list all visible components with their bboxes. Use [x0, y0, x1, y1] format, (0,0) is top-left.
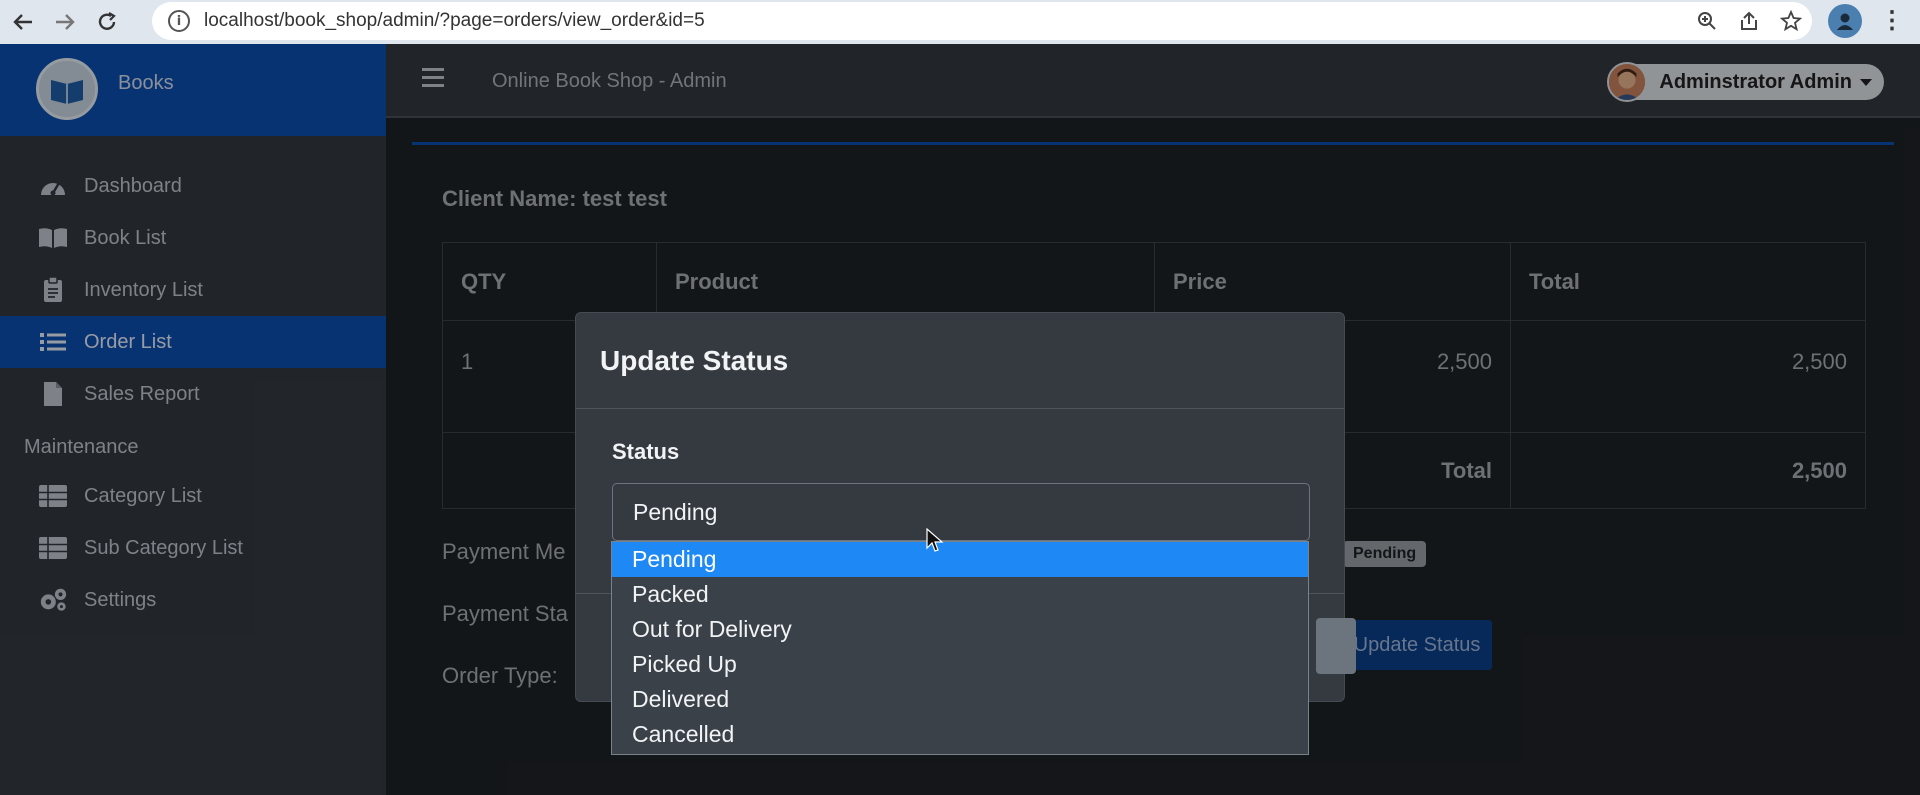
modal-header: Update Status [576, 313, 1344, 409]
info-icon[interactable]: i [168, 10, 190, 32]
status-option-pending[interactable]: Pending [612, 542, 1308, 577]
browser-profile-icon[interactable] [1828, 4, 1862, 38]
status-select-value: Pending [633, 498, 718, 525]
status-option-delivered[interactable]: Delivered [612, 682, 1308, 717]
modal-body: Status Pending [576, 409, 1344, 541]
status-option-out-for-delivery[interactable]: Out for Delivery [612, 612, 1308, 647]
zoom-icon[interactable] [1696, 10, 1718, 32]
status-option-cancelled[interactable]: Cancelled [612, 717, 1308, 752]
arrow-right-icon [56, 14, 75, 30]
share-icon[interactable] [1738, 10, 1760, 32]
forward-button[interactable] [46, 3, 84, 41]
status-option-picked-up[interactable]: Picked Up [612, 647, 1308, 682]
browser-toolbar: i localhost/book_shop/admin/?page=orders… [0, 0, 1920, 44]
status-label: Status [612, 439, 680, 464]
status-option-packed[interactable]: Packed [612, 577, 1308, 612]
back-button[interactable] [4, 3, 42, 41]
browser-menu-icon[interactable]: ⋮ [1880, 6, 1904, 35]
status-dropdown-list: Pending Packed Out for Delivery Picked U… [611, 541, 1309, 755]
address-bar-actions [1696, 2, 1802, 40]
reload-button[interactable] [88, 3, 126, 41]
url-text: localhost/book_shop/admin/?page=orders/v… [204, 10, 705, 31]
mouse-cursor-icon [926, 528, 944, 552]
reload-icon [98, 12, 116, 30]
address-bar[interactable]: i localhost/book_shop/admin/?page=orders… [152, 2, 1812, 40]
close-button[interactable] [1316, 618, 1356, 674]
arrow-left-icon [13, 14, 32, 30]
status-select[interactable]: Pending [612, 483, 1310, 541]
star-icon[interactable] [1780, 10, 1802, 32]
modal-title: Update Status [600, 344, 789, 376]
